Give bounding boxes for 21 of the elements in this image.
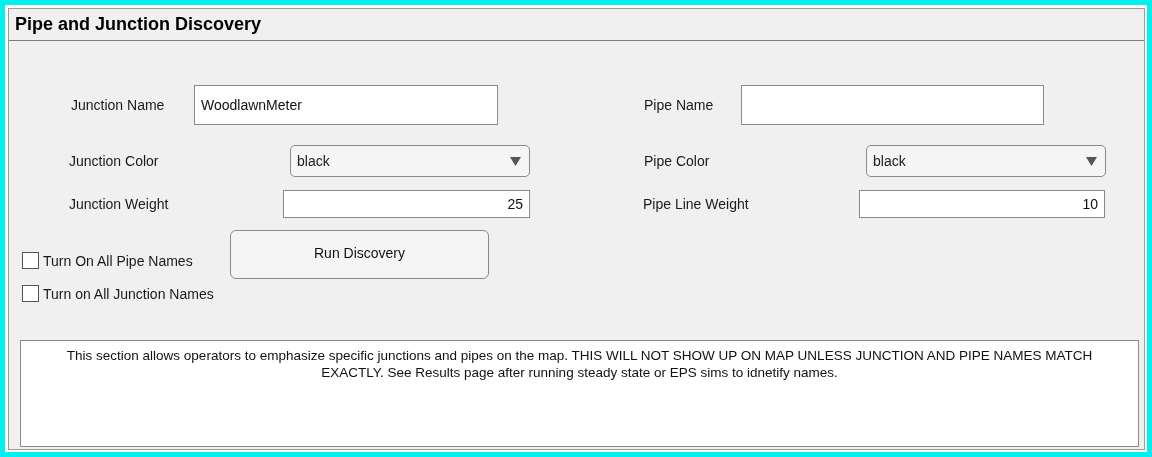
checkbox[interactable] [22, 252, 39, 269]
field-label: Pipe Line Weight [643, 196, 750, 212]
caret-icon [510, 156, 521, 166]
color-dropdown[interactable]: black [866, 145, 1106, 177]
field-label: Junction Weight [69, 196, 170, 212]
info-text: This section allows operators to emphasize specific junctions and pipes on the map. THIS WILL NOT SHOW UP ON MAP UNLESS JUNCTION AND PIPE NAMES MATCH EXACTLY. See Results page after running steady state or EPS sims to idnetify names. [20, 340, 1139, 447]
caret-icon [1086, 156, 1097, 166]
checkbox[interactable] [22, 285, 39, 302]
checkbox-label: Turn on All Junction Names [43, 285, 214, 302]
field-label: Pipe Name [644, 97, 715, 113]
run-discovery-button[interactable]: Run Discovery [230, 230, 489, 279]
field-label: Junction Color [69, 153, 160, 169]
color-dropdown[interactable]: black [290, 145, 530, 177]
field-label: Pipe Color [644, 153, 711, 169]
junction-name-field[interactable]: WoodlawnMeter [194, 85, 498, 125]
pipe-name-field[interactable] [741, 85, 1044, 125]
panel-title: Pipe and Junction Discovery [9, 9, 1144, 41]
weight-field[interactable]: 25 [283, 190, 530, 218]
checkbox-label: Turn On All Pipe Names [43, 252, 193, 269]
field-label: Junction Name [71, 97, 166, 113]
weight-field[interactable]: 10 [859, 190, 1105, 218]
